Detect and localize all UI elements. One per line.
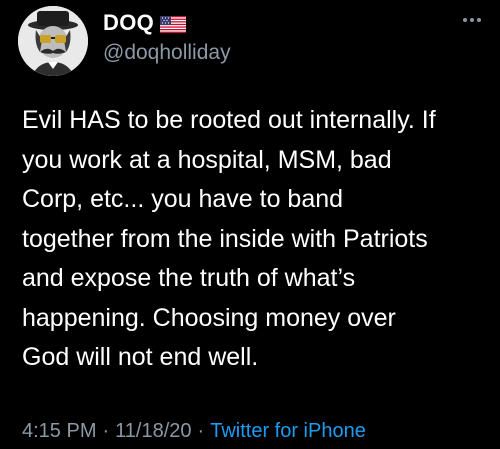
tweet-text: Evil HAS to be rooted out internally. If… <box>22 106 436 371</box>
us-flag-icon <box>160 15 187 33</box>
tweet-source-link[interactable]: Twitter for iPhone <box>210 420 366 443</box>
avatar-mustache-man-icon <box>18 6 88 76</box>
more-dots-icon <box>470 18 474 22</box>
user-handle[interactable]: @doqholliday <box>103 41 231 65</box>
tweet-time[interactable]: 4:15 PM <box>22 420 96 443</box>
avatar[interactable] <box>18 6 88 76</box>
tweet-metadata: 4:15 PM · 11/18/20 · Twitter for iPhone <box>22 420 366 443</box>
tweet-date[interactable]: 11/18/20 <box>115 420 191 443</box>
tweet-card: DOQ @doqholliday Evil HAS to be rooted o… <box>0 0 500 449</box>
separator: · <box>197 420 205 442</box>
more-dots-icon <box>463 18 467 22</box>
display-name[interactable]: DOQ <box>103 10 154 36</box>
more-dots-icon <box>477 18 481 22</box>
name-row: DOQ <box>103 10 187 36</box>
separator: · <box>102 420 110 442</box>
more-options-button[interactable] <box>458 10 486 30</box>
